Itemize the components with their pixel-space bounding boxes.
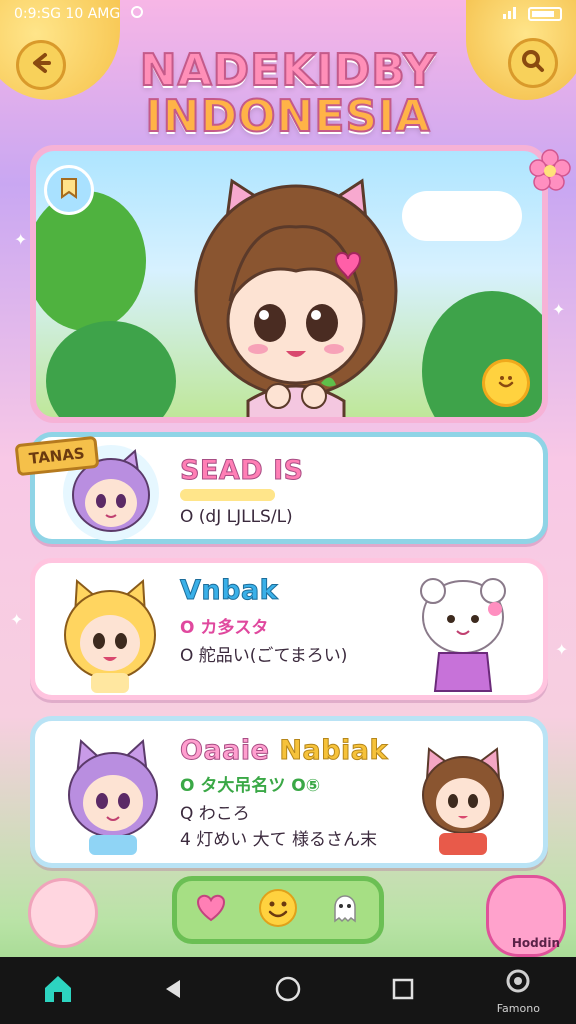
sparkle-icon: ✦ [552,300,566,319]
cloud-decoration [402,191,522,241]
card-title: Oaaie Nabiak [179,735,388,767]
nav-recents-button[interactable] [373,961,433,1021]
arrow-left-icon [27,49,55,81]
card-subtitle: O 舵品い(ごてまろい) [180,646,348,666]
card-title-part-b: Nabiak [279,735,388,767]
title-line-1: NADEKIDBY [139,45,437,96]
story-card-1[interactable]: SEAD IS O (dJ LJLLS/L) [30,432,548,544]
status-time: 0:9:SG 10 AMG [14,6,121,22]
card-tag: O タ大吊名ツ O⑤ [180,776,321,796]
nav-back-button[interactable] [143,961,203,1021]
signal-icon [502,5,518,23]
card-tag: O カ多スタ [180,618,269,638]
app-title: NADEKIDBY INDONESIA [0,45,576,143]
ghost-icon [330,893,360,927]
card-title: Vnbak [179,575,279,607]
action-bar [172,876,384,944]
back-button[interactable] [16,40,66,90]
status-bar: 0:9:SG 10 AMG [0,0,576,28]
smile-icon [493,368,519,398]
nav-recorder-label: Famono [496,1002,540,1015]
ghost-button[interactable] [325,890,365,930]
bookmark-button[interactable] [44,165,94,215]
status-left: 0:9:SG 10 AMG [14,5,144,23]
story-card-3[interactable]: Oaaie Nabiak O タ大吊名ツ O⑤ Q わころ 4 灯めい 大て 様… [30,716,548,868]
sparkle-icon: ✦ [555,640,569,659]
profile-label: Hoddin [511,936,560,950]
status-right [502,5,562,23]
triangle-back-icon [160,976,186,1006]
sparkle-icon: ✦ [14,230,28,249]
system-nav-bar: Famono [0,957,576,1024]
smile-button[interactable] [482,359,530,407]
sparkle-icon: ✦ [10,610,24,629]
nav-home-button[interactable] [28,961,88,1021]
tree-decoration [422,291,542,417]
pig-mascot-decoration [28,878,98,948]
card-description: 4 灯めい 大て 様るさん末 [180,830,378,850]
white-bunny-avatar [420,578,506,692]
progress-fill [180,489,275,501]
blonde-fox-girl-avatar [64,578,156,693]
bookmark-icon [56,175,82,205]
smile-icon [258,888,298,932]
card-title-part-a: Oaaie [179,735,270,767]
hero-banner[interactable] [30,145,548,423]
title-line-2: INDONESIA [144,91,431,143]
emoji-button[interactable] [258,888,298,932]
search-button[interactable] [508,38,558,88]
home-icon [41,972,75,1010]
card-title: SEAD IS [180,455,304,487]
card-subtitle: O (dJ LJLLS/L) [180,507,293,527]
card-subtitle: Q わころ [180,804,250,824]
tree-decoration [46,321,176,417]
nav-home-circle-button[interactable] [258,961,318,1021]
battery-icon [528,7,562,21]
circle-home-icon [274,975,302,1007]
heart-icon [196,894,226,926]
favorite-button[interactable] [191,890,231,930]
search-icon [519,47,547,79]
gear-icon [503,966,533,1000]
sync-icon [130,5,144,23]
hero-character-illustration [194,178,398,417]
story-card-2[interactable]: Vnbak O カ多スタ O 舵品い(ごてまろい) [30,558,548,700]
flower-decoration [528,148,572,196]
square-recents-icon [391,977,415,1005]
tree-decoration [36,191,146,331]
brown-cat-boy-avatar [422,747,504,855]
progress-bar [180,489,275,501]
purple-cat-girl-waving-avatar [68,738,158,855]
nav-recorder-button[interactable]: Famono [488,961,548,1021]
